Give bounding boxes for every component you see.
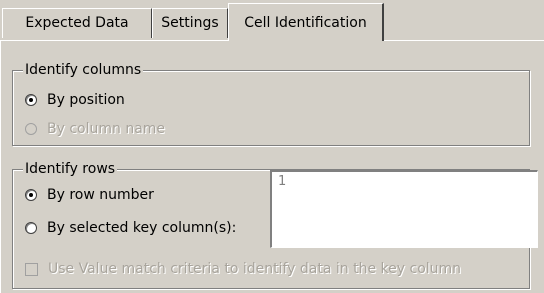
identify-rows-legend: Identify rows <box>23 160 118 178</box>
tab-panel-left-border <box>0 40 1 293</box>
tab-settings[interactable]: Settings <box>152 8 228 38</box>
by-key-column-radio[interactable] <box>25 222 37 234</box>
use-value-match-label: Use Value match criteria to identify dat… <box>48 261 462 277</box>
tab-strip: Expected Data Settings Cell Identificati… <box>0 0 544 41</box>
by-row-number-label: By row number <box>47 187 154 203</box>
by-row-number-radio-option[interactable]: By row number <box>25 185 154 205</box>
key-column-list[interactable]: 1 <box>270 170 538 248</box>
by-key-column-label: By selected key column(s): <box>47 220 237 236</box>
use-value-match-checkbox[interactable] <box>25 262 38 276</box>
by-position-radio[interactable] <box>25 94 37 106</box>
identify-columns-legend: Identify columns <box>23 61 144 79</box>
by-key-column-radio-option[interactable]: By selected key column(s): <box>25 218 236 238</box>
by-row-number-radio[interactable] <box>25 189 37 201</box>
by-column-name-radio[interactable] <box>25 123 37 135</box>
by-column-name-label: By column name <box>47 121 166 137</box>
use-value-match-option[interactable]: Use Value match criteria to identify dat… <box>25 259 461 279</box>
key-column-value: 1 <box>278 174 287 189</box>
tab-cell-identification[interactable]: Cell Identification <box>228 3 384 41</box>
tab-expected-data[interactable]: Expected Data <box>2 8 152 38</box>
by-position-radio-option[interactable]: By position <box>25 90 125 110</box>
by-position-label: By position <box>47 92 125 108</box>
by-column-name-radio-option[interactable]: By column name <box>25 119 165 139</box>
